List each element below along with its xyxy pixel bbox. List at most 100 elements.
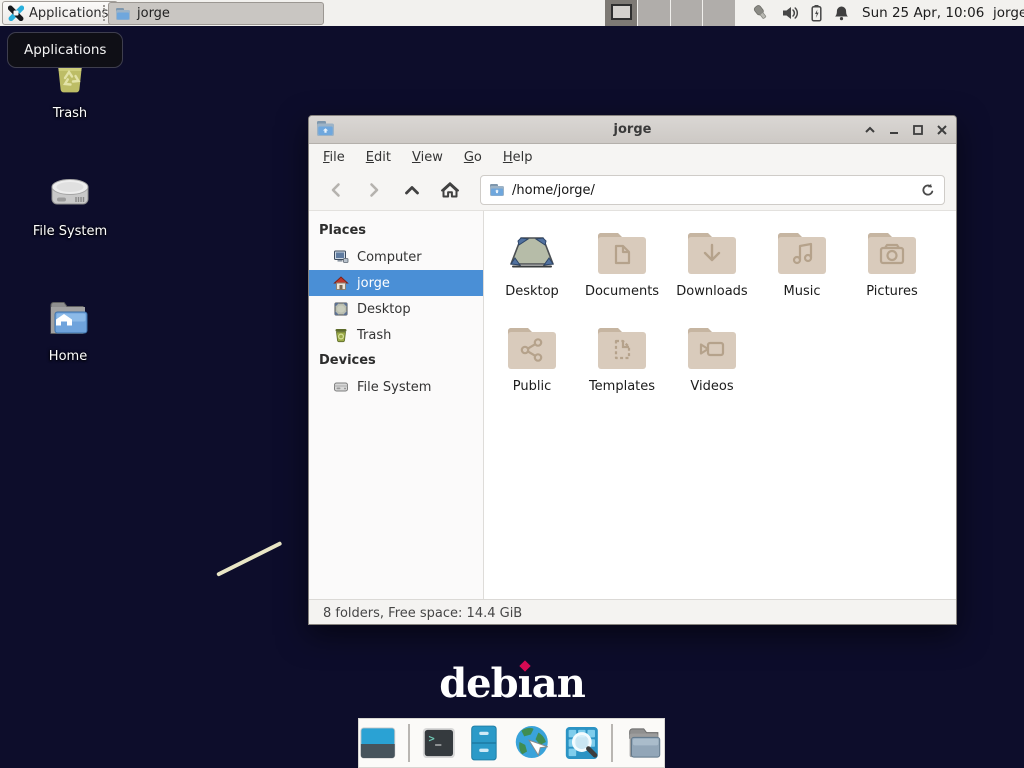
desktop-icon-label: Trash: [53, 106, 87, 121]
file-item-pictures[interactable]: Pictures: [847, 223, 937, 318]
window-titlebar[interactable]: jorge: [309, 116, 956, 144]
sidebar-item-label: Desktop: [357, 302, 411, 317]
taskbar-window-label: jorge: [137, 6, 170, 21]
files-folder-icon[interactable]: [624, 724, 664, 762]
location-bar[interactable]: /home/jorge/: [480, 175, 945, 205]
file-item-templates[interactable]: Templates: [577, 318, 667, 413]
videos-folder-icon: [684, 323, 740, 373]
menu-edit[interactable]: Edit: [366, 150, 391, 165]
xfce-menu-icon: [8, 5, 24, 21]
tooltip-text: Applications: [24, 42, 106, 58]
window-controls: [862, 116, 950, 143]
documents-folder-icon: [594, 228, 650, 278]
battery-icon[interactable]: [809, 4, 824, 22]
file-grid: Desktop Documents: [487, 223, 939, 413]
web-browser-globe-icon[interactable]: [512, 722, 552, 764]
home-button[interactable]: [434, 175, 466, 205]
app-finder-icon[interactable]: [563, 723, 601, 763]
desktop-icon: [333, 301, 349, 317]
shade-button[interactable]: [862, 122, 878, 138]
taskbar-window-button[interactable]: jorge: [108, 2, 324, 25]
debian-logo-pre: deb: [439, 660, 517, 707]
dock-separator: [408, 724, 410, 762]
home-icon: [333, 275, 349, 291]
desktop-icon-home[interactable]: Home: [18, 295, 118, 364]
workspace-3[interactable]: [671, 0, 704, 26]
panel-separator-handle[interactable]: [103, 5, 105, 21]
menu-help[interactable]: Help: [503, 150, 533, 165]
desktop-icon-label: File System: [33, 224, 107, 239]
volume-icon[interactable]: [781, 4, 800, 22]
workspace-1[interactable]: [605, 0, 638, 26]
file-name: Desktop: [505, 284, 559, 299]
file-name: Downloads: [676, 284, 747, 299]
harddrive-icon: [46, 170, 94, 218]
maximize-button[interactable]: [910, 122, 926, 138]
menu-go[interactable]: Go: [464, 150, 482, 165]
menubar: File Edit View Go Help: [309, 144, 956, 170]
menu-file[interactable]: File: [323, 150, 345, 165]
show-desktop-icon[interactable]: [359, 724, 397, 762]
svg-text:_: _: [435, 734, 442, 746]
sidebar-item-home[interactable]: jorge: [309, 270, 483, 296]
workspace-window-preview: [611, 4, 632, 20]
file-manager-cabinet-icon[interactable]: [467, 723, 501, 763]
up-button[interactable]: [396, 175, 428, 205]
menu-view[interactable]: View: [412, 150, 443, 165]
notifications-bell-icon[interactable]: [833, 4, 850, 22]
panel-clock[interactable]: Sun 25 Apr, 10:06: [862, 0, 984, 26]
sidebar-item-trash[interactable]: Trash: [309, 322, 483, 348]
drive-small-icon: [333, 379, 349, 395]
public-folder-icon: [504, 323, 560, 373]
file-name: Pictures: [866, 284, 917, 299]
sidebar-item-label: jorge: [357, 276, 390, 291]
svg-text:>: >: [428, 733, 434, 745]
path-folder-icon: [489, 183, 505, 197]
sidebar-item-label: Computer: [357, 250, 422, 265]
cursor-artifact-line: [216, 541, 282, 577]
file-name: Music: [784, 284, 821, 299]
file-item-videos[interactable]: Videos: [667, 318, 757, 413]
desktop-pad-icon: [504, 228, 560, 278]
debian-logo-i: ı: [518, 660, 532, 707]
applications-menu-label: Applications: [29, 6, 108, 21]
file-name: Documents: [585, 284, 659, 299]
file-manager-window: jorge File Edit View Go Help: [308, 115, 957, 625]
sidebar: Places Computer jo: [309, 211, 484, 599]
close-button[interactable]: [934, 122, 950, 138]
file-item-music[interactable]: Music: [757, 223, 847, 318]
applications-menu-button[interactable]: Applications: [2, 1, 118, 25]
system-tray: [750, 0, 850, 26]
file-name: Public: [513, 379, 551, 394]
window-title: jorge: [309, 116, 956, 143]
file-item-documents[interactable]: Documents: [577, 223, 667, 318]
minimize-button[interactable]: [886, 122, 902, 138]
desktop: Applications jorge: [0, 0, 1024, 768]
workspace-switcher[interactable]: [605, 0, 735, 26]
pictures-folder-icon: [864, 228, 920, 278]
file-item-public[interactable]: Public: [487, 318, 577, 413]
file-name: Templates: [589, 379, 655, 394]
file-name: Videos: [690, 379, 733, 394]
workspace-2[interactable]: [638, 0, 671, 26]
applications-tooltip: Applications: [7, 32, 123, 68]
desktop-icon-filesystem[interactable]: File System: [20, 170, 120, 239]
sidebar-item-filesystem[interactable]: File System: [309, 374, 483, 400]
reload-icon[interactable]: [920, 182, 936, 198]
downloads-folder-icon: [684, 228, 740, 278]
sidebar-header-places: Places: [309, 218, 483, 244]
workspace-4[interactable]: [703, 0, 735, 26]
sidebar-item-computer[interactable]: Computer: [309, 244, 483, 270]
back-button[interactable]: [320, 175, 352, 205]
file-item-desktop[interactable]: Desktop: [487, 223, 577, 318]
path-text[interactable]: /home/jorge/: [512, 183, 913, 198]
forward-button[interactable]: [358, 175, 390, 205]
panel-user-label[interactable]: jorge: [993, 0, 1024, 26]
file-item-downloads[interactable]: Downloads: [667, 223, 757, 318]
toolbar: /home/jorge/: [309, 170, 956, 211]
stylus-tool-icon[interactable]: [750, 3, 772, 23]
file-list-view[interactable]: Desktop Documents: [484, 211, 956, 599]
sidebar-item-desktop[interactable]: Desktop: [309, 296, 483, 322]
terminal-icon[interactable]: > _: [421, 724, 457, 762]
computer-icon: [333, 249, 349, 265]
